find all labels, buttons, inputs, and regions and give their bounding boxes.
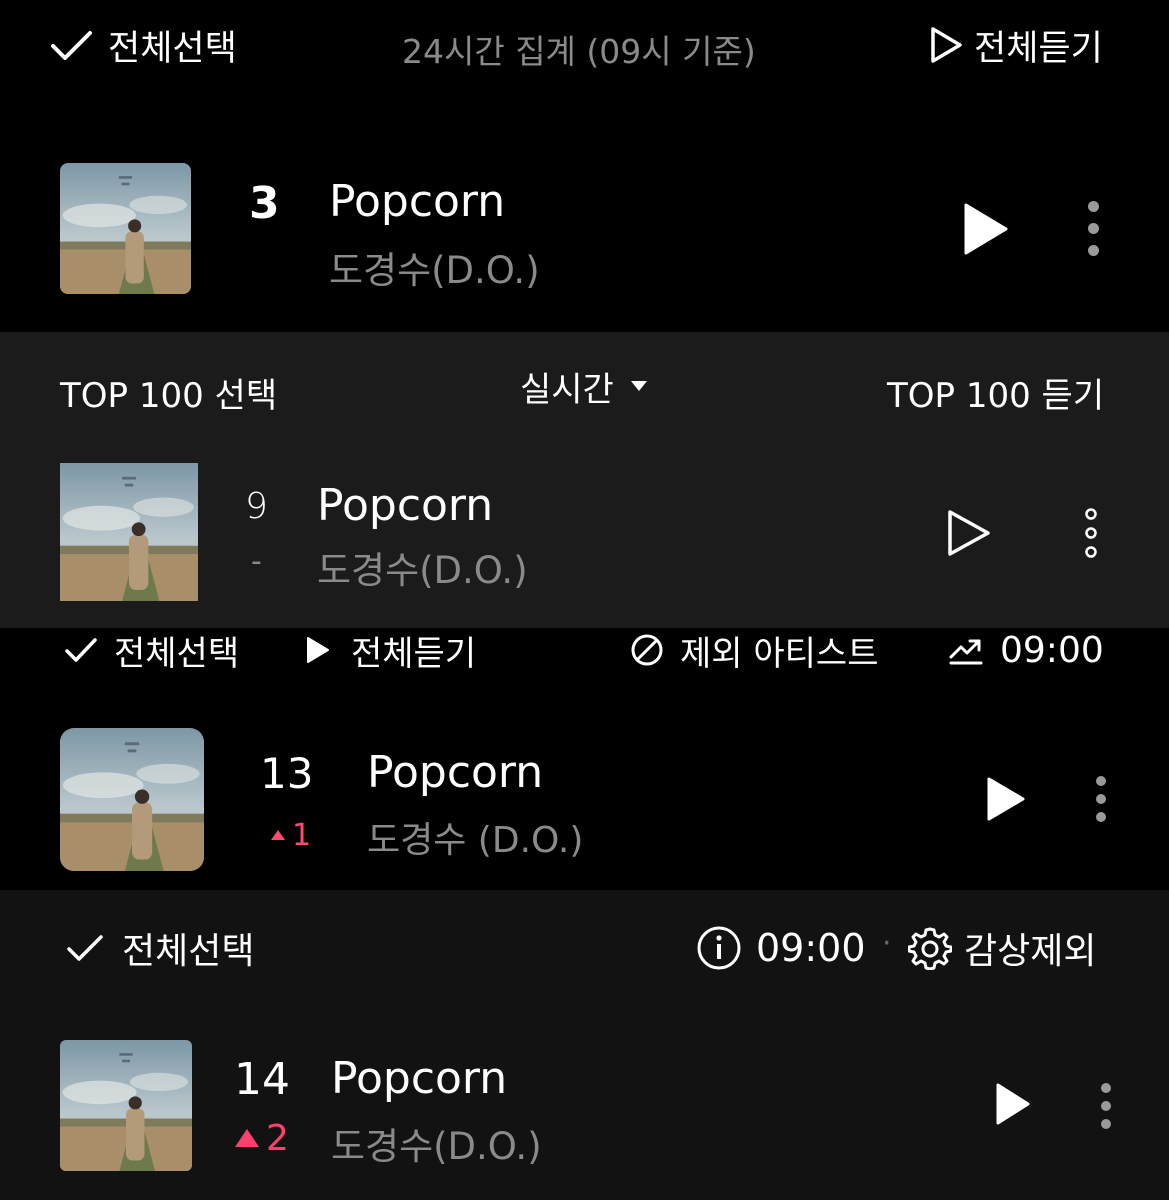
select-all-label: 전체선택	[114, 633, 240, 674]
chart-time: 09:00	[1000, 629, 1104, 671]
triangle-up-icon	[270, 829, 286, 841]
song-title[interactable]: Popcorn	[367, 747, 543, 798]
chart-rank: 3	[249, 178, 280, 229]
play-icon	[305, 635, 331, 665]
select-all-button[interactable]: 전체선택	[66, 924, 254, 972]
more-vertical-icon[interactable]	[1081, 508, 1101, 558]
trend-icon	[948, 635, 984, 665]
exclude-listen-label: 감상제외	[964, 931, 1097, 972]
select-all-label: 전체선택	[108, 28, 237, 69]
check-icon	[64, 636, 98, 664]
exclude-listen-button[interactable]: 감상제외	[908, 922, 1096, 974]
select-all-label: 전체선택	[122, 931, 255, 972]
more-vertical-icon[interactable]	[1094, 776, 1108, 822]
chart-section-1: 전체선택 24시간 집계 (09시 기준) 전체듣기 3 Popcorn 도경수…	[0, 0, 1169, 332]
play-icon[interactable]	[995, 1082, 1031, 1126]
aggregation-info: 24시간 집계 (09시 기준)	[402, 32, 756, 71]
play-outline-icon	[928, 25, 964, 65]
rank-change: 1	[270, 817, 312, 853]
block-icon	[630, 633, 664, 667]
gear-icon	[908, 926, 952, 970]
top100-select-button[interactable]: TOP 100 선택	[60, 368, 277, 417]
artist-name[interactable]: 도경수(D.O.)	[329, 240, 540, 294]
rank-change-value: 2	[266, 1117, 289, 1159]
artist-name[interactable]: 도경수(D.O.)	[317, 540, 528, 594]
realtime-dropdown[interactable]: 실시간	[520, 364, 648, 410]
check-icon	[66, 933, 104, 963]
exclude-artist-button[interactable]: 제외 아티스트	[630, 628, 879, 674]
select-all-button[interactable]: 전체선택	[50, 22, 237, 69]
song-title[interactable]: Popcorn	[317, 480, 493, 531]
play-all-button[interactable]: 전체듣기	[305, 628, 477, 674]
rank-change: -	[251, 544, 262, 579]
album-cover[interactable]	[60, 728, 204, 871]
chart-time-button[interactable]: 09:00	[696, 922, 866, 974]
rank-change: 2	[234, 1117, 289, 1159]
check-icon	[50, 28, 94, 62]
song-title[interactable]: Popcorn	[329, 176, 505, 227]
top100-play-button[interactable]: TOP 100 듣기	[887, 368, 1104, 417]
play-all-label: 전체듣기	[974, 28, 1103, 69]
chart-section-3: 전체선택 전체듣기 제외 아티스트 09:00 13 1 Popcorn 도경수…	[0, 628, 1169, 890]
play-icon[interactable]	[963, 202, 1009, 256]
exclude-artist-label: 제외 아티스트	[680, 633, 879, 674]
chart-rank: 14	[234, 1054, 290, 1105]
realtime-label: 실시간	[520, 369, 614, 410]
chart-section-4: 전체선택 09:00 · 감상제외 14 2 Popcorn 도경수(D.O.)	[0, 890, 1169, 1200]
caret-down-icon	[630, 380, 648, 392]
album-cover[interactable]	[60, 163, 191, 294]
play-icon[interactable]	[986, 776, 1026, 822]
song-title[interactable]: Popcorn	[331, 1053, 507, 1104]
info-icon	[696, 925, 742, 971]
more-vertical-icon[interactable]	[1085, 201, 1101, 256]
album-cover[interactable]	[60, 1040, 192, 1171]
triangle-up-icon	[234, 1128, 260, 1148]
chart-rank: 9	[245, 486, 268, 527]
chart-section-2: TOP 100 선택 실시간 TOP 100 듣기 9 - Popcorn 도경…	[0, 332, 1169, 628]
play-all-label: 전체듣기	[351, 633, 477, 674]
select-all-button[interactable]: 전체선택	[64, 628, 240, 674]
artist-name[interactable]: 도경수 (D.O.)	[367, 811, 583, 863]
chart-rank: 13	[260, 749, 314, 798]
chart-time: 09:00	[756, 926, 866, 970]
play-all-button[interactable]: 전체듣기	[928, 22, 1103, 69]
more-vertical-icon[interactable]	[1099, 1083, 1113, 1129]
artist-name[interactable]: 도경수(D.O.)	[331, 1116, 542, 1170]
chart-time-button[interactable]: 09:00	[948, 628, 1104, 672]
album-cover[interactable]	[60, 463, 198, 601]
play-outline-icon[interactable]	[946, 508, 992, 558]
rank-change-value: 1	[292, 817, 312, 853]
separator-dot: ·	[882, 926, 892, 961]
